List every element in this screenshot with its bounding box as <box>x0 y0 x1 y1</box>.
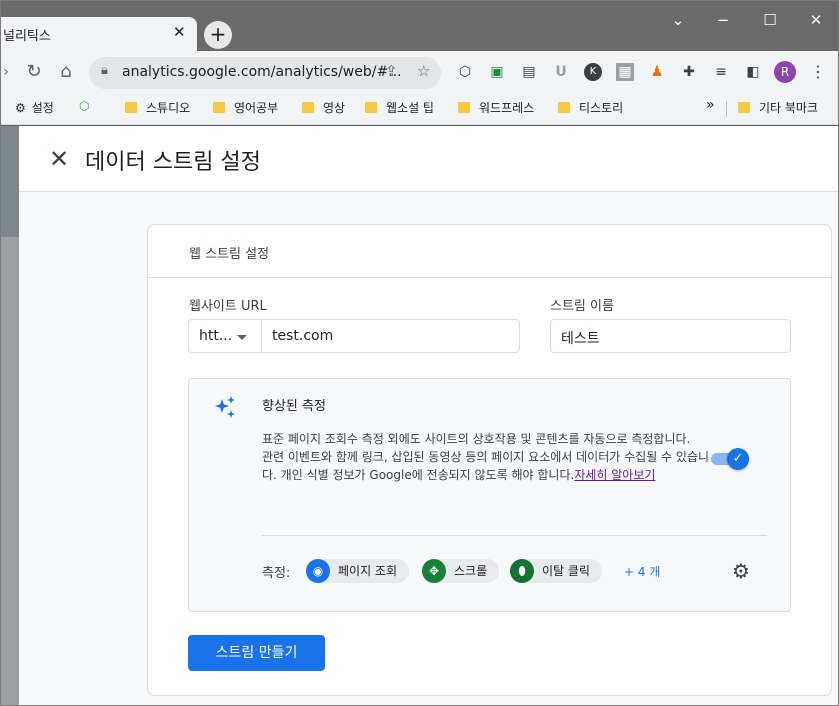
browser-toolbar: › ↻ ⌂ 🔒︎ analytics.google.com/analytics/… <box>1 51 838 95</box>
folder-icon <box>365 102 377 113</box>
browser-tab[interactable]: 널리틱스 ✕ <box>1 17 197 51</box>
browser-window: 널리틱스 ✕ + ⌄ − ☐ ✕ › ↻ ⌂ 🔒︎ analytics.goog… <box>0 0 839 706</box>
chip-scrolls: ✥ 스크롤 <box>422 559 500 583</box>
close-window-button[interactable]: ✕ <box>806 11 826 29</box>
enhanced-divider <box>262 535 767 536</box>
card-title: 웹 스트림 설정 <box>189 247 270 262</box>
profile-avatar[interactable]: R <box>774 61 796 83</box>
cube-extension-icon[interactable]: ⬡ <box>456 63 474 81</box>
bookmarks-overflow-button[interactable]: » <box>706 97 715 113</box>
card-divider <box>148 277 831 278</box>
stream-settings-panel: ✕ 데이터 스트림 설정 웹 스트림 설정 웹사이트 URL htt... te… <box>19 126 838 705</box>
bookmark-folder[interactable]: 영상 <box>302 99 345 116</box>
folder-icon <box>213 102 225 113</box>
description-line-1: 표준 페이지 조회수 측정 외에도 사이트의 상호작용 및 콘텐츠를 자동으로 … <box>262 432 691 446</box>
forward-icon[interactable]: › <box>1 64 17 80</box>
home-icon[interactable]: ⌂ <box>55 61 77 82</box>
folder-icon <box>302 102 314 113</box>
website-url-value: test.com <box>272 328 334 344</box>
lock-icon[interactable]: 🔒︎ <box>101 63 108 78</box>
folder-icon <box>458 102 470 113</box>
chip-page-views: ◉ 페이지 조회 <box>306 559 410 583</box>
reload-icon[interactable]: ↻ <box>23 61 45 82</box>
side-panel-icon[interactable]: ◧ <box>744 63 762 81</box>
create-stream-button[interactable]: 스트림 만들기 <box>188 635 325 671</box>
protocol-select[interactable]: htt... <box>188 319 262 353</box>
u-extension-icon[interactable]: U <box>552 63 570 81</box>
enhanced-measurement-description: 표준 페이지 조회수 측정 외에도 사이트의 상호작용 및 콘텐츠를 자동으로 … <box>262 430 710 484</box>
enhanced-measurement-title: 향상된 측정 <box>262 399 326 414</box>
sparkle-icon <box>215 396 235 418</box>
background-page-header <box>1 126 19 237</box>
stream-name-value: 테스트 <box>561 331 600 347</box>
folder-icon <box>125 102 137 113</box>
enhanced-measurement-box: 향상된 측정 표준 페이지 조회수 측정 외에도 사이트의 상호작용 및 콘텐츠… <box>188 378 791 612</box>
gear-icon[interactable]: ⚙ <box>732 559 750 583</box>
gear-icon: ⚙ <box>15 101 26 115</box>
chevron-down-icon[interactable]: ⌄ <box>668 11 688 29</box>
share-icon[interactable]: ⇪ <box>385 62 398 80</box>
enhanced-measurement-toggle[interactable]: ✓ <box>711 448 749 470</box>
panel-title: 데이터 스트림 설정 <box>85 150 261 175</box>
address-text[interactable]: analytics.google.com/analytics/web/#... <box>122 64 402 80</box>
bookmark-folder[interactable]: 스튜디오 <box>125 99 190 116</box>
protocol-value: htt... <box>199 328 233 344</box>
folder-icon <box>558 102 570 113</box>
eye-icon: ◉ <box>306 559 330 583</box>
more-measurements[interactable]: + 4 개 <box>624 563 660 580</box>
chip-outbound-clicks: ⬮ 이탈 클릭 <box>510 559 602 583</box>
bookmark-settings[interactable]: ⚙ 설정 <box>15 99 54 116</box>
check-icon: ✓ <box>727 448 749 470</box>
bookmark-folder[interactable]: 티스토리 <box>558 99 623 116</box>
page-content: ✕ 데이터 스트림 설정 웹 스트림 설정 웹사이트 URL htt... te… <box>1 126 838 705</box>
new-tab-button[interactable]: + <box>204 21 232 49</box>
close-icon[interactable]: ✕ <box>49 145 69 173</box>
menu-dots-icon[interactable]: ⋮ <box>809 63 827 81</box>
bookmarks-divider <box>726 101 727 117</box>
address-bar[interactable]: 🔒︎ analytics.google.com/analytics/web/#.… <box>89 57 441 89</box>
star-icon[interactable]: ☆ <box>417 62 430 80</box>
scroll-icon: ✥ <box>422 559 446 583</box>
k-extension-icon[interactable]: K <box>584 63 602 81</box>
maximize-button[interactable]: ☐ <box>760 11 780 29</box>
bookmark-folder[interactable]: 워드프레스 <box>458 99 534 116</box>
bookmarks-bar: ⚙ 설정 ⬡ 스튜디오 영어공부 영상 웹소설 팁 워드프레스 티스토리 » 기타… <box>1 95 838 125</box>
web-stream-card: 웹 스트림 설정 웹사이트 URL htt... test.com 스트림 이름… <box>147 224 832 696</box>
stream-name-input[interactable]: 테스트 <box>550 319 791 353</box>
learn-more-link[interactable]: 자세히 알아보기 <box>574 468 655 482</box>
tab-close-icon[interactable]: ✕ <box>173 23 186 41</box>
minimize-button[interactable]: − <box>713 11 733 29</box>
stream-name-label: 스트림 이름 <box>550 299 614 314</box>
green-extension-icon[interactable]: ▣ <box>488 63 506 81</box>
title-bar: 널리틱스 ✕ + ⌄ − ☐ ✕ <box>1 1 838 51</box>
caret-down-icon <box>237 335 247 340</box>
other-bookmarks-folder[interactable]: 기타 북마크 <box>738 99 818 116</box>
bookmark-folder[interactable]: 웹소설 팁 <box>365 99 434 116</box>
orange-extension-icon[interactable]: ♟ <box>648 63 666 81</box>
measurement-label: 측정: <box>262 566 291 581</box>
website-url-input[interactable]: test.com <box>261 319 520 353</box>
puzzle-icon[interactable]: ✚ <box>680 63 698 81</box>
bookmark-folder[interactable]: 영어공부 <box>213 99 278 116</box>
folder-extension-icon[interactable]: ▤ <box>520 63 538 81</box>
image-extension-icon[interactable]: ▦ <box>616 63 634 81</box>
mouse-icon: ⬮ <box>510 559 534 583</box>
website-url-label: 웹사이트 URL <box>189 299 267 314</box>
reading-list-icon[interactable]: ≡ <box>712 63 730 81</box>
panel-header: ✕ 데이터 스트림 설정 <box>19 126 838 192</box>
folder-icon <box>738 102 750 113</box>
green-shield-icon[interactable]: ⬡ <box>79 99 89 113</box>
tab-title: 널리틱스 <box>3 29 51 44</box>
